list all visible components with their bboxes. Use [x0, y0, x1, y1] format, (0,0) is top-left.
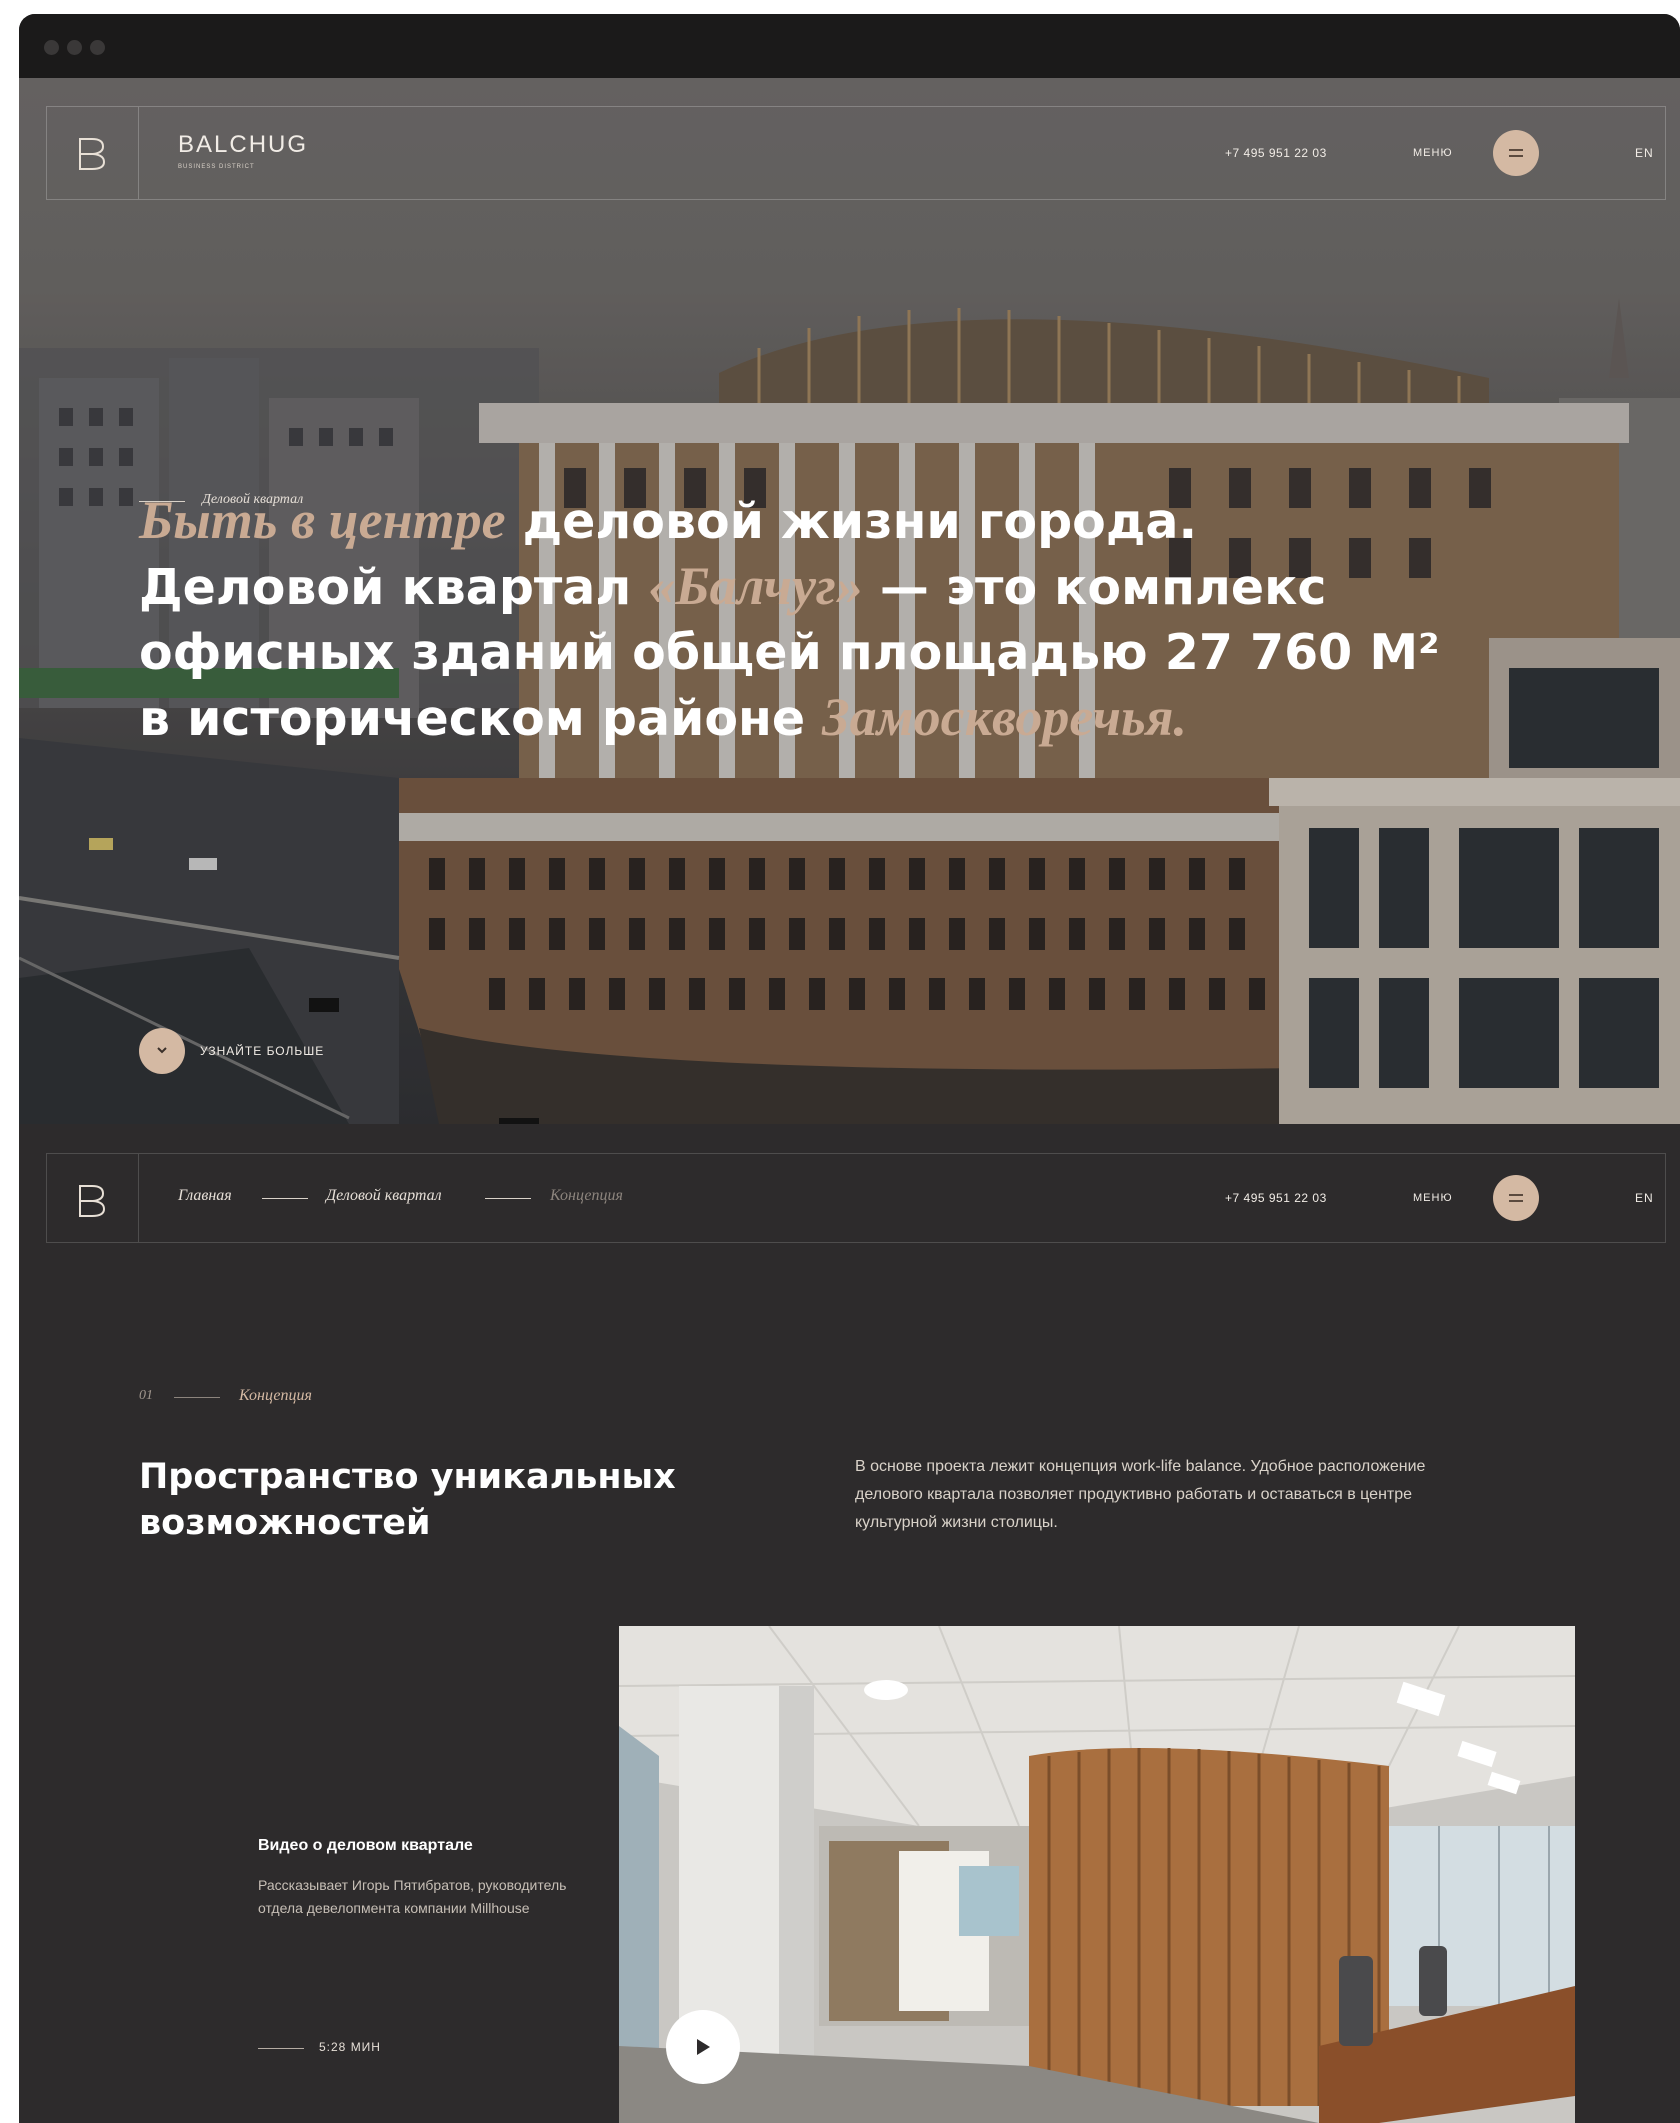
- language-switch[interactable]: EN: [1635, 146, 1654, 160]
- headline-text-4: в историческом районе: [139, 690, 823, 747]
- section-line: [174, 1397, 220, 1398]
- breadcrumb-district[interactable]: Деловой квартал: [326, 1187, 442, 1205]
- concept-title: Пространство уникальных возможностей: [139, 1457, 676, 1543]
- menu-button-secondary[interactable]: [1493, 1175, 1539, 1221]
- video-description: Рассказывает Игорь Пятибратов, руководит…: [258, 1877, 567, 1916]
- window-close-dot[interactable]: [44, 40, 59, 55]
- section-number: 01: [139, 1388, 153, 1403]
- logo-b-icon: [79, 1185, 106, 1217]
- headline-text-2b: — это комплекс: [862, 559, 1327, 616]
- learn-more-label[interactable]: УЗНАЙТЕ БОЛЬШЕ: [200, 1044, 324, 1058]
- menu-button[interactable]: [1493, 130, 1539, 176]
- breadcrumb-current: Концепция: [550, 1187, 623, 1204]
- top-header: BALCHUG BUSINESS DISTRICT +7 495 951 22 …: [46, 106, 1666, 200]
- secondary-header: Главная Деловой квартал Концепция +7 495…: [46, 1153, 1666, 1243]
- section-label: Концепция: [239, 1387, 312, 1404]
- brand-subtitle: BUSINESS DISTRICT: [178, 164, 255, 170]
- video-duration: 5:28 МИН: [319, 2040, 381, 2054]
- logo-cell-secondary[interactable]: [47, 1154, 139, 1242]
- duration-line: [258, 2048, 304, 2049]
- logo-cell[interactable]: [47, 107, 139, 199]
- learn-more-button[interactable]: [139, 1028, 185, 1074]
- headline-accent-2: «Балчуг»: [648, 556, 863, 616]
- phone-link[interactable]: +7 495 951 22 03: [1225, 146, 1327, 160]
- menu-icon: [1509, 1194, 1523, 1202]
- video-title: Видео о деловом квартале: [258, 1837, 473, 1854]
- menu-label-secondary[interactable]: МЕНЮ: [1413, 1192, 1453, 1204]
- headline-text-1: деловой жизни города.: [505, 493, 1198, 550]
- chevron-down-icon: [157, 1047, 167, 1054]
- play-icon: [697, 2039, 710, 2055]
- brand-name[interactable]: BALCHUG: [178, 131, 308, 159]
- breadcrumb-separator: [485, 1198, 531, 1199]
- headline-line-1: Быть в центре деловой жизни города.: [139, 488, 1439, 554]
- headline-accent-4: Замоскворечья.: [822, 687, 1187, 747]
- headline-line-4: в историческом районе Замоскворечья.: [139, 685, 1439, 751]
- headline-accent-1: Быть в центре: [139, 490, 506, 550]
- office-interior-photo: [619, 1626, 1575, 2123]
- window-chrome: [19, 14, 1680, 78]
- concept-lead: В основе проекта лежит концепция work-li…: [855, 1458, 1426, 1531]
- headline-line-2: Деловой квартал «Балчуг» — это комплекс: [139, 554, 1439, 620]
- office-video-preview[interactable]: [619, 1626, 1575, 2123]
- headline-line-3: офисных зданий общей площадью 27 760 М²: [139, 624, 1440, 681]
- hero-section: BALCHUG BUSINESS DISTRICT +7 495 951 22 …: [19, 78, 1680, 1124]
- menu-label[interactable]: МЕНЮ: [1413, 147, 1453, 159]
- language-switch-secondary[interactable]: EN: [1635, 1191, 1654, 1205]
- breadcrumb-separator: [262, 1198, 308, 1199]
- breadcrumb-home[interactable]: Главная: [178, 1187, 232, 1205]
- play-button[interactable]: [666, 2010, 740, 2084]
- menu-icon: [1509, 149, 1523, 157]
- phone-link-secondary[interactable]: +7 495 951 22 03: [1225, 1191, 1327, 1205]
- window-minimize-dot[interactable]: [67, 40, 82, 55]
- logo-b-icon: [79, 138, 106, 170]
- headline-text-2a: Деловой квартал: [139, 559, 649, 616]
- browser-window: BALCHUG BUSINESS DISTRICT +7 495 951 22 …: [19, 14, 1680, 2123]
- window-maximize-dot[interactable]: [90, 40, 105, 55]
- hero-headline: Быть в центре деловой жизни города. Дело…: [139, 488, 1440, 751]
